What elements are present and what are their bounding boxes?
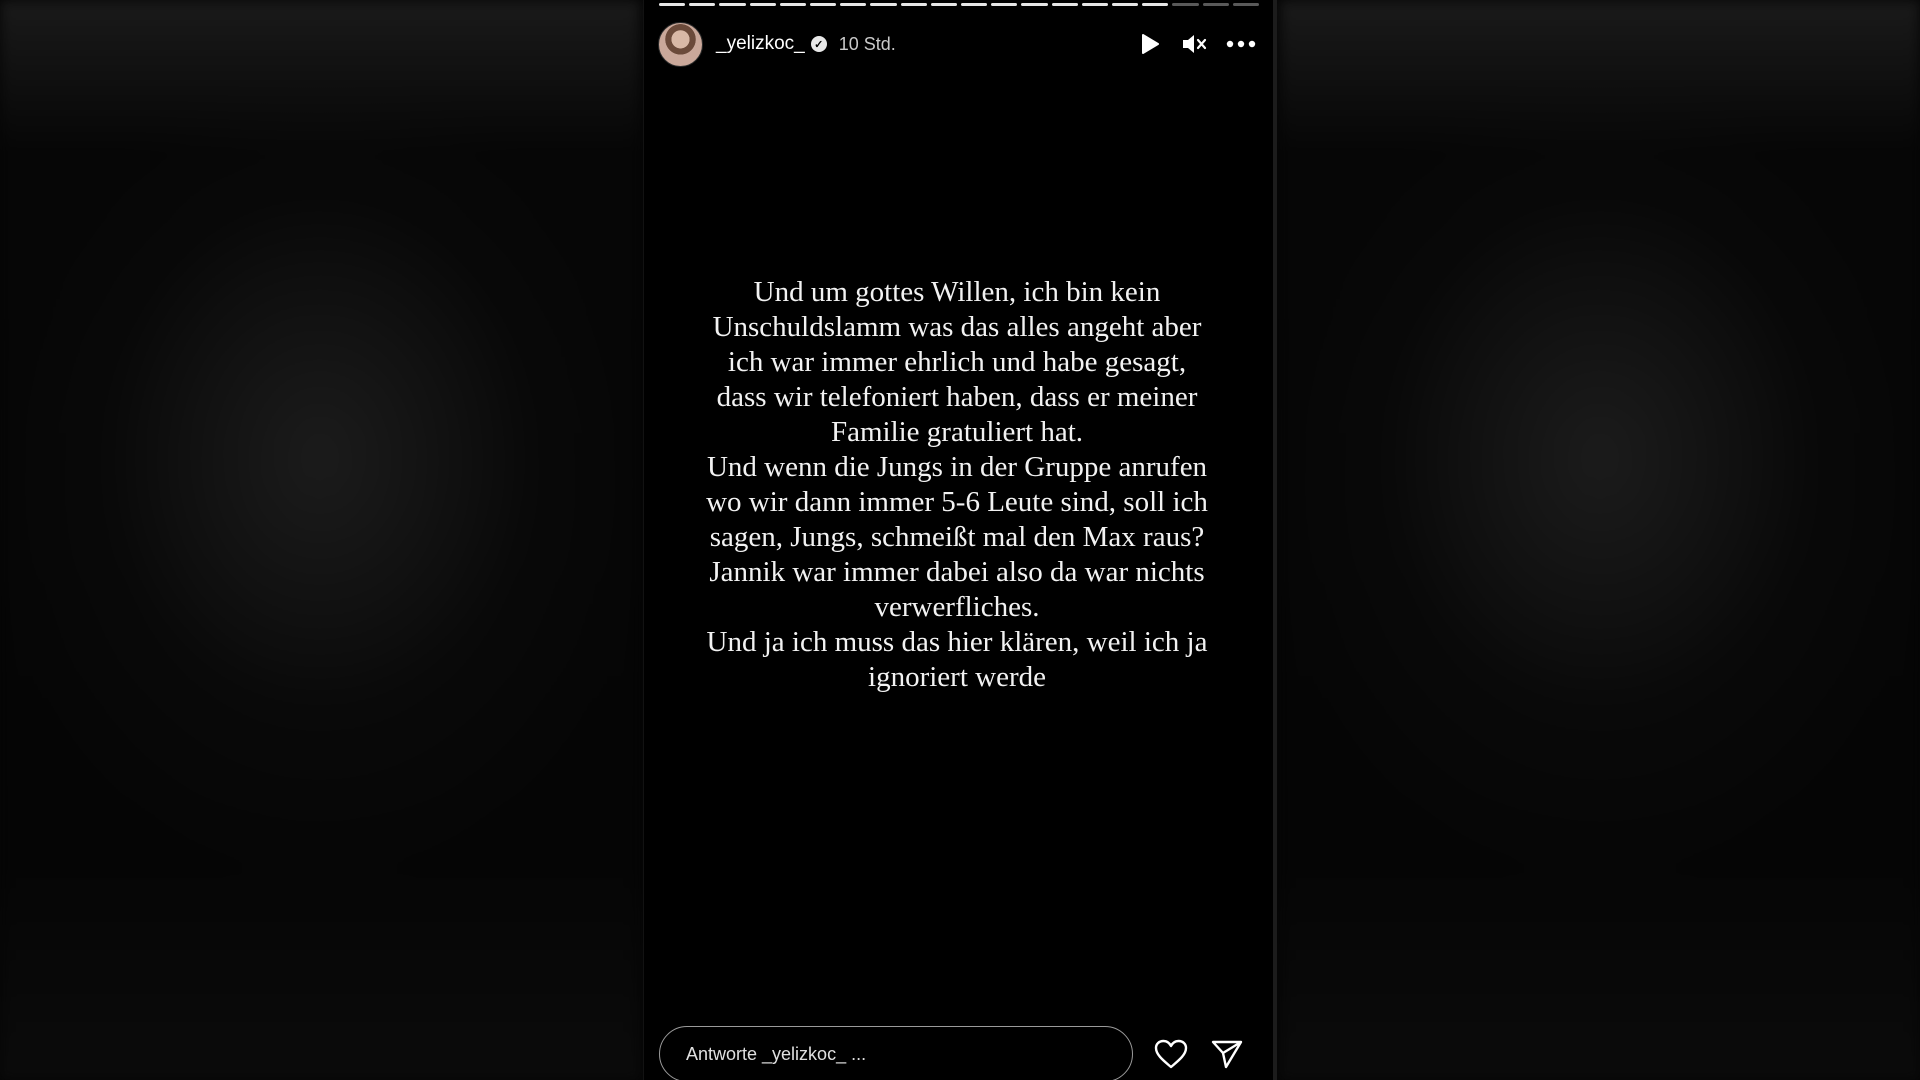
progress-segment xyxy=(1232,3,1260,6)
progress-segment xyxy=(659,3,686,6)
progress-segment xyxy=(749,3,776,6)
progress-segment xyxy=(870,3,897,6)
story-header: _yelizkoc_ ✓ 10 Std. xyxy=(658,20,1258,68)
username[interactable]: _yelizkoc_ xyxy=(716,33,805,55)
story-timestamp: 10 Std. xyxy=(838,33,896,54)
progress-segment xyxy=(1051,3,1078,6)
avatar[interactable] xyxy=(658,21,703,67)
progress-segment xyxy=(719,3,746,6)
story-text-line: Und wenn die Jungs in der Gruppe anrufen xyxy=(706,451,1208,483)
story-text-block: Und um gottes Willen, ich bin kein Unschu… xyxy=(644,275,1270,695)
verified-badge-icon: ✓ xyxy=(810,36,827,52)
progress-segment xyxy=(810,3,837,6)
story-text-line: dass wir telefoniert haben, dass er mein… xyxy=(716,381,1198,413)
story-text-line: sagen, Jungs, schmeißt mal den Max raus? xyxy=(709,521,1205,553)
next-story-preview[interactable] xyxy=(1280,0,1920,1080)
story-text-line: Unschuldslamm was das alles angeht aber xyxy=(712,311,1202,343)
story-footer xyxy=(659,1026,1259,1080)
progress-segment xyxy=(930,3,958,6)
progress-segment xyxy=(961,3,988,6)
progress-segment xyxy=(840,3,867,6)
story-text-line: verwerfliches. xyxy=(874,591,1040,623)
progress-segment xyxy=(991,3,1018,6)
progress-segment xyxy=(689,3,716,6)
story-viewer: _yelizkoc_ ✓ 10 Std. Und um gottes Wille… xyxy=(0,0,1920,1080)
story-text-line: Und ja ich muss das hier klären, weil ic… xyxy=(706,626,1208,658)
story-progress-bar xyxy=(659,3,1260,6)
previous-story-preview[interactable] xyxy=(0,0,640,1080)
story-text-line: Familie gratuliert hat. xyxy=(830,416,1084,448)
footer-actions xyxy=(1153,1036,1245,1072)
heart-icon[interactable] xyxy=(1153,1036,1189,1072)
progress-segment xyxy=(1081,3,1109,6)
story-card[interactable]: _yelizkoc_ ✓ 10 Std. Und um gottes Wille… xyxy=(643,0,1277,1080)
mute-icon[interactable] xyxy=(1180,30,1208,58)
reply-input[interactable] xyxy=(659,1026,1133,1080)
story-controls xyxy=(1136,20,1258,68)
progress-segment xyxy=(900,3,927,6)
progress-segment xyxy=(1112,3,1139,6)
story-text-line: Jannik war immer dabei also da war nicht… xyxy=(709,556,1205,588)
progress-segment xyxy=(1021,3,1048,6)
story-text-line: Und um gottes Willen, ich bin kein xyxy=(753,276,1161,308)
progress-segment xyxy=(779,3,807,6)
more-options-icon[interactable] xyxy=(1224,30,1258,58)
send-icon[interactable] xyxy=(1209,1036,1245,1072)
progress-segment xyxy=(1172,3,1199,6)
progress-segment xyxy=(1142,3,1169,6)
story-text-line: ignoriert werde xyxy=(868,661,1046,693)
progress-segment xyxy=(1202,3,1229,6)
story-text-line: wo wir dann immer 5-6 Leute sind, soll i… xyxy=(706,486,1208,518)
play-icon[interactable] xyxy=(1136,30,1164,58)
story-text-line: ich war immer ehrlich und habe gesagt, xyxy=(727,346,1187,378)
